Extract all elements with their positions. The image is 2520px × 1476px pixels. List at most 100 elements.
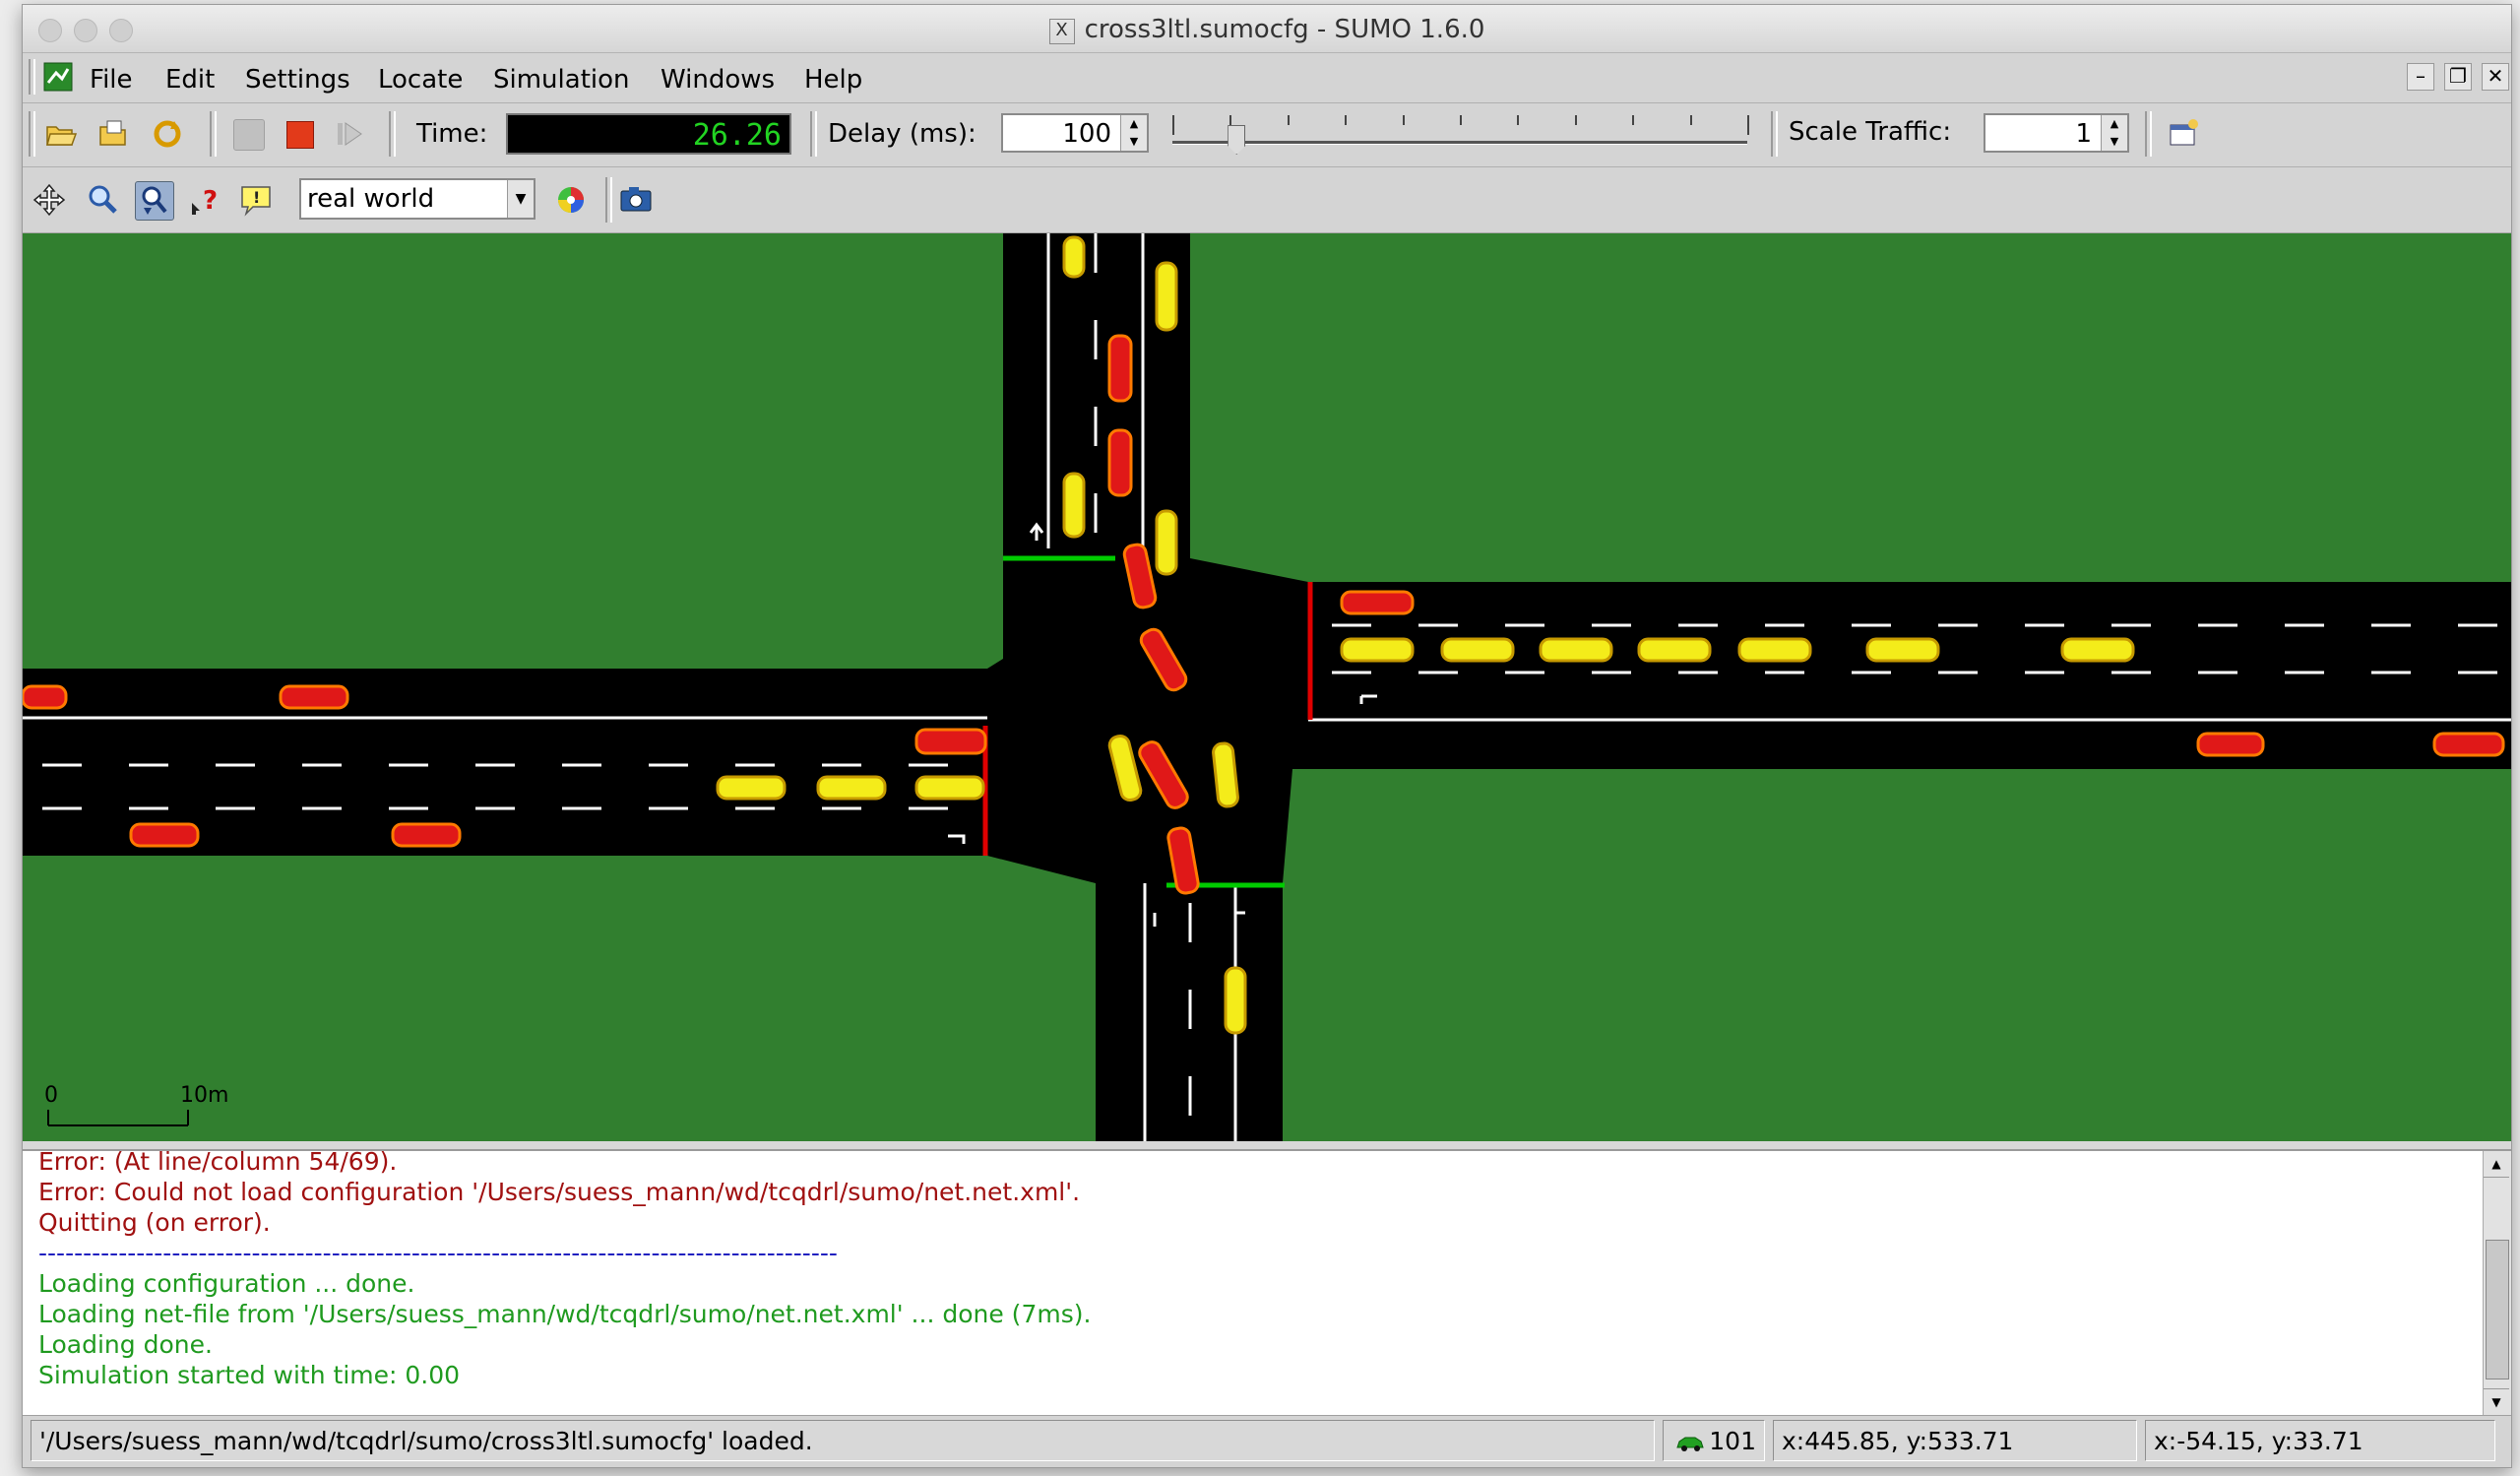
log-scrollbar[interactable]: ▲ ▼ bbox=[2483, 1151, 2511, 1415]
vehicle[interactable] bbox=[1062, 472, 1086, 539]
color-wheel-icon[interactable] bbox=[552, 181, 590, 219]
vehicle[interactable] bbox=[1539, 637, 1613, 663]
menu-edit[interactable]: Edit bbox=[165, 65, 215, 95]
vehicle[interactable] bbox=[914, 728, 987, 755]
window-title: cross3ltl.sumocfg - SUMO 1.6.0 bbox=[1084, 15, 1485, 44]
slider-tick bbox=[1345, 115, 1348, 125]
scheme-select[interactable]: real world ▼ bbox=[299, 178, 536, 220]
open-icon[interactable] bbox=[42, 115, 80, 153]
vehicle[interactable] bbox=[1155, 509, 1178, 576]
vehicle[interactable] bbox=[1737, 637, 1812, 663]
svg-text:!: ! bbox=[253, 188, 260, 207]
vehicle[interactable] bbox=[1440, 637, 1515, 663]
title-bar: Xcross3ltl.sumocfg - SUMO 1.6.0 bbox=[23, 5, 2511, 53]
time-display: 26.26 bbox=[506, 113, 791, 155]
scheme-select-value: real world bbox=[307, 184, 435, 214]
geo-coordinates: x:-54.15, y:33.71 bbox=[2145, 1420, 2495, 1461]
toolbar-separator bbox=[810, 111, 817, 157]
menu-windows[interactable]: Windows bbox=[661, 65, 775, 95]
menubar-grip[interactable] bbox=[29, 59, 35, 95]
scale-bar-zero: 0 bbox=[44, 1083, 58, 1108]
vehicle[interactable] bbox=[391, 822, 462, 848]
x11-icon: X bbox=[1048, 19, 1075, 44]
vehicle[interactable] bbox=[716, 775, 787, 801]
menu-bar: File Edit Settings Locate Simulation Win… bbox=[23, 53, 2511, 103]
step-icon[interactable] bbox=[332, 115, 369, 153]
vehicle[interactable] bbox=[1637, 637, 1712, 663]
vehicle-count: 101 bbox=[1709, 1427, 1756, 1455]
vehicle[interactable] bbox=[1107, 428, 1133, 497]
delay-input[interactable]: 100 ▲ ▼ bbox=[1001, 113, 1149, 153]
locate-icon[interactable] bbox=[135, 181, 174, 221]
vehicle[interactable] bbox=[2432, 732, 2505, 757]
status-message: '/Users/suess_mann/wd/tcqdrl/sumo/cross3… bbox=[31, 1420, 1655, 1461]
vehicle[interactable] bbox=[1062, 235, 1086, 279]
slider-tick bbox=[1517, 115, 1520, 125]
car-icon bbox=[1676, 1437, 1704, 1451]
mdi-minimize-icon[interactable]: – bbox=[2407, 63, 2434, 91]
vehicle[interactable] bbox=[2060, 637, 2135, 663]
vehicle[interactable] bbox=[2196, 732, 2265, 757]
log-line: Error: Could not load configuration '/Us… bbox=[38, 1178, 1081, 1206]
toolbar-grip[interactable] bbox=[29, 111, 35, 157]
delay-slider[interactable] bbox=[1165, 111, 1755, 159]
new-window-icon[interactable] bbox=[2165, 115, 2202, 153]
zoom-icon[interactable] bbox=[84, 181, 121, 219]
reload-icon[interactable] bbox=[149, 115, 186, 153]
vehicle[interactable] bbox=[129, 822, 200, 848]
svg-text:?: ? bbox=[203, 186, 218, 216]
stop-icon[interactable] bbox=[281, 115, 318, 153]
vehicle[interactable] bbox=[1340, 637, 1415, 663]
vehicle[interactable] bbox=[279, 684, 349, 710]
scroll-up-icon[interactable]: ▲ bbox=[2484, 1151, 2509, 1178]
vehicle[interactable] bbox=[1224, 966, 1247, 1035]
chevron-down-icon[interactable]: ▼ bbox=[507, 180, 534, 218]
query-icon[interactable]: ? bbox=[186, 181, 223, 219]
vehicle[interactable] bbox=[816, 775, 887, 801]
vehicle-count-cell[interactable]: 101 bbox=[1663, 1420, 1765, 1461]
tooltip-icon[interactable]: ! bbox=[237, 181, 275, 219]
simulation-view[interactable]: 0 10m bbox=[23, 233, 2511, 1141]
reload-config-icon[interactable] bbox=[95, 115, 133, 153]
east-road bbox=[1308, 582, 2511, 769]
scale-traffic-input[interactable]: 1 ▲ ▼ bbox=[1984, 113, 2129, 153]
toolbar-separator bbox=[389, 111, 396, 157]
delay-spinner[interactable]: ▲ ▼ bbox=[1120, 115, 1147, 151]
vehicle[interactable] bbox=[23, 684, 68, 710]
menu-simulation[interactable]: Simulation bbox=[493, 65, 630, 95]
mdi-restore-icon[interactable]: ❐ bbox=[2444, 63, 2472, 91]
message-log[interactable]: Error: (At line/column 54/69). Error: Cou… bbox=[23, 1149, 2511, 1415]
scroll-down-icon[interactable]: ▼ bbox=[2484, 1388, 2509, 1415]
run-icon[interactable] bbox=[233, 119, 265, 151]
scale-traffic-spinner[interactable]: ▲ ▼ bbox=[2101, 115, 2127, 151]
menu-settings[interactable]: Settings bbox=[245, 65, 350, 95]
mdi-close-icon[interactable]: ✕ bbox=[2482, 63, 2509, 91]
toolbar-separator bbox=[210, 111, 217, 157]
recenter-icon[interactable] bbox=[31, 181, 68, 219]
menu-locate[interactable]: Locate bbox=[378, 65, 463, 95]
window-title-area: Xcross3ltl.sumocfg - SUMO 1.6.0 bbox=[23, 15, 2511, 44]
slider-tick bbox=[1747, 115, 1749, 135]
slider-tick bbox=[1287, 115, 1290, 125]
vehicle[interactable] bbox=[1340, 590, 1415, 615]
scale-traffic-value: 1 bbox=[2075, 119, 2092, 149]
scale-traffic-label: Scale Traffic: bbox=[1789, 117, 1952, 147]
vehicle[interactable] bbox=[1155, 261, 1178, 332]
scroll-thumb[interactable] bbox=[2486, 1240, 2509, 1380]
slider-tick bbox=[1460, 115, 1462, 125]
vehicle[interactable] bbox=[1107, 334, 1133, 403]
log-line: Loading net-file from '/Users/suess_mann… bbox=[38, 1300, 1092, 1328]
toolbar-separator bbox=[1771, 111, 1778, 157]
menu-file[interactable]: File bbox=[90, 65, 133, 95]
delay-slider-thumb[interactable] bbox=[1228, 125, 1246, 155]
log-line: Loading configuration ... done. bbox=[38, 1269, 415, 1298]
vehicle[interactable] bbox=[914, 775, 985, 801]
time-label: Time: bbox=[416, 119, 488, 149]
delay-value: 100 bbox=[1062, 119, 1111, 149]
scale-bar-ten: 10m bbox=[180, 1083, 228, 1108]
vehicle[interactable] bbox=[1865, 637, 1940, 663]
camera-icon[interactable] bbox=[617, 181, 655, 219]
menu-help[interactable]: Help bbox=[804, 65, 862, 95]
network-view[interactable]: 0 10m bbox=[23, 233, 2511, 1141]
toolbar-separator bbox=[2145, 111, 2152, 157]
